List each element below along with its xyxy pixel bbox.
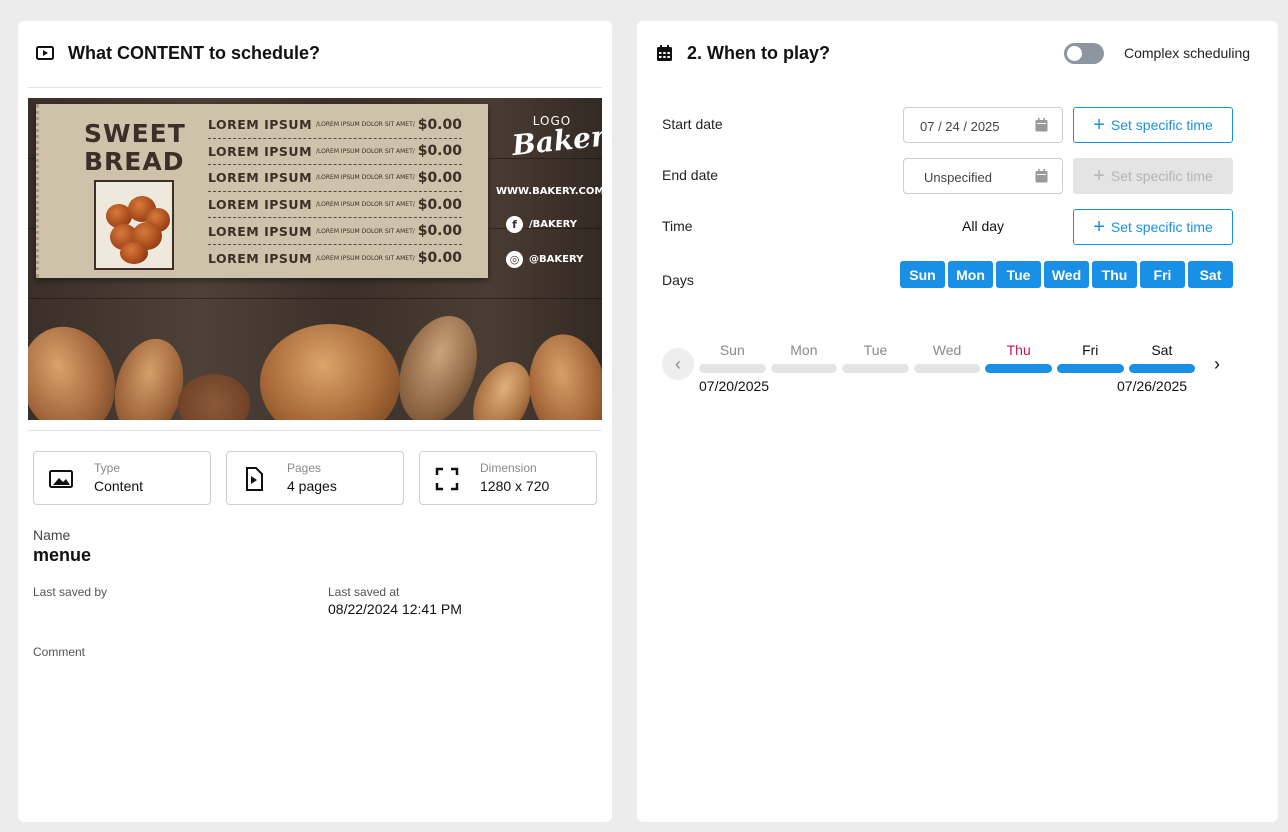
start-date-input[interactable]: 07 / 24 / 2025 xyxy=(903,107,1063,143)
instagram-handle: ◎ @BAKERY xyxy=(506,250,583,268)
time-label: Time xyxy=(662,218,693,234)
week-day-bar xyxy=(1056,364,1124,373)
day-button-tue[interactable]: Tue xyxy=(996,261,1041,288)
next-week-button[interactable]: › xyxy=(1201,348,1233,380)
day-button-fri[interactable]: Fri xyxy=(1140,261,1185,288)
dimension-value: 1280 x 720 xyxy=(480,478,550,494)
menu-list: LOREM IPSUM/LOREM IPSUM DOLOR SIT AMET/$… xyxy=(208,112,462,272)
menu-item: LOREM IPSUM/LOREM IPSUM DOLOR SIT AMET/$… xyxy=(208,192,462,219)
bread-loaf xyxy=(28,314,129,420)
facebook-handle: f/BAKERY xyxy=(506,215,577,233)
week-day-bar xyxy=(770,364,838,373)
dimension-label: Dimension xyxy=(480,461,537,475)
menu-item: LOREM IPSUM/LOREM IPSUM DOLOR SIT AMET/$… xyxy=(208,250,462,267)
play-video-icon xyxy=(36,46,54,60)
content-preview[interactable]: SWEET BREAD LOREM IPSUM/LOREM IPSUM DOLO… xyxy=(28,98,602,420)
bread-loaf xyxy=(521,328,602,420)
pages-value: 4 pages xyxy=(287,478,337,494)
preview-website: WWW.BAKERY.COM xyxy=(496,186,602,197)
last-saved-at-label: Last saved at xyxy=(328,585,400,599)
week-day-bar xyxy=(1128,364,1196,373)
menu-item: LOREM IPSUM/LOREM IPSUM DOLOR SIT AMET/$… xyxy=(208,218,462,245)
week-day: Mon xyxy=(770,342,838,373)
day-button-thu[interactable]: Thu xyxy=(1092,261,1137,288)
dimension-card: Dimension 1280 x 720 xyxy=(419,451,597,505)
days-label: Days xyxy=(662,272,694,288)
week-day-bar xyxy=(985,364,1052,373)
start-date-label: Start date xyxy=(662,116,723,132)
divider xyxy=(28,430,602,431)
day-button-wed[interactable]: Wed xyxy=(1044,261,1089,288)
bread-loaf xyxy=(260,324,400,420)
calendar-icon xyxy=(657,44,672,61)
end-date-input[interactable]: Unspecified xyxy=(903,158,1063,194)
week-day-bar xyxy=(842,364,909,373)
end-date-label: End date xyxy=(662,167,719,183)
name-label: Name xyxy=(33,527,71,543)
file-play-icon xyxy=(246,467,263,491)
schedule-panel-header: 2. When to play? xyxy=(656,41,830,65)
complex-scheduling-toggle[interactable] xyxy=(1064,43,1104,64)
week-day: Fri xyxy=(1056,342,1124,373)
complex-scheduling-label: Complex scheduling xyxy=(1124,45,1251,61)
pages-card: Pages 4 pages xyxy=(226,451,404,505)
menu-item: LOREM IPSUM/LOREM IPSUM DOLOR SIT AMET/$… xyxy=(208,165,462,192)
end-set-specific-time-button[interactable]: + Set specific time xyxy=(1073,158,1233,194)
week-day: Tue xyxy=(842,342,909,373)
expand-icon xyxy=(435,467,459,491)
week-start-date: 07/20/2025 xyxy=(699,378,770,394)
last-saved-by-label: Last saved by xyxy=(33,585,108,599)
time-set-specific-time-button[interactable]: + Set specific time xyxy=(1073,209,1233,245)
image-icon xyxy=(49,470,73,488)
bread-bowl xyxy=(178,374,250,420)
content-panel-title: What CONTENT to schedule? xyxy=(68,42,320,63)
week-end-date: 07/26/2025 xyxy=(1117,378,1188,394)
toggle-knob xyxy=(1067,46,1082,61)
week-day-today: Thu xyxy=(985,342,1052,373)
calendar-icon xyxy=(1035,118,1048,132)
schedule-panel-title: 2. When to play? xyxy=(687,42,831,63)
day-selector: Sun Mon Tue Wed Thu Fri Sat xyxy=(900,261,1233,288)
chevron-right-icon: › xyxy=(1214,353,1220,374)
week-day: Wed xyxy=(913,342,981,373)
name-value: menue xyxy=(33,545,92,565)
week-day-bar xyxy=(699,364,766,373)
week-day-bar xyxy=(913,364,981,373)
day-button-mon[interactable]: Mon xyxy=(948,261,993,288)
time-value: All day xyxy=(962,218,1005,234)
start-set-specific-time-button[interactable]: + Set specific time xyxy=(1073,107,1233,143)
bread-photo xyxy=(94,180,174,270)
menu-item: LOREM IPSUM/LOREM IPSUM DOLOR SIT AMET/$… xyxy=(208,139,462,166)
week-preview: Sun Mon Tue Wed Thu Fri Sat xyxy=(699,342,1196,373)
week-day: Sun xyxy=(699,342,766,373)
menu-item: LOREM IPSUM/LOREM IPSUM DOLOR SIT AMET/$… xyxy=(208,112,462,139)
day-button-sun[interactable]: Sun xyxy=(900,261,945,288)
bakery-logo: LOGO Bakery xyxy=(510,114,602,163)
type-value: Content xyxy=(94,478,144,494)
start-date-value: 07 / 24 / 2025 xyxy=(920,119,1000,134)
chevron-left-icon: ‹ xyxy=(675,353,681,374)
type-label: Type xyxy=(94,461,121,475)
previous-week-button[interactable]: ‹ xyxy=(662,348,694,380)
calendar-icon xyxy=(1035,169,1048,183)
comment-label: Comment xyxy=(33,645,86,659)
facebook-icon: f xyxy=(506,215,523,233)
plus-icon: + xyxy=(1093,114,1105,136)
day-button-sat[interactable]: Sat xyxy=(1188,261,1233,288)
content-panel-header: What CONTENT to schedule? xyxy=(36,41,320,65)
week-day: Sat xyxy=(1128,342,1196,373)
pages-label: Pages xyxy=(287,461,322,475)
schedule-panel: 2. When to play? Complex scheduling Star… xyxy=(637,21,1278,822)
plus-icon: + xyxy=(1093,165,1105,187)
type-card: Type Content xyxy=(33,451,211,505)
plus-icon: + xyxy=(1093,216,1105,238)
instagram-icon: ◎ xyxy=(506,250,523,268)
last-saved-at-value: 08/22/2024 12:41 PM xyxy=(328,601,462,617)
content-panel: What CONTENT to schedule? SWEET BREAD LO… xyxy=(18,21,612,822)
divider xyxy=(28,87,602,88)
preview-headline: SWEET BREAD xyxy=(84,119,186,176)
end-date-placeholder: Unspecified xyxy=(924,170,992,185)
